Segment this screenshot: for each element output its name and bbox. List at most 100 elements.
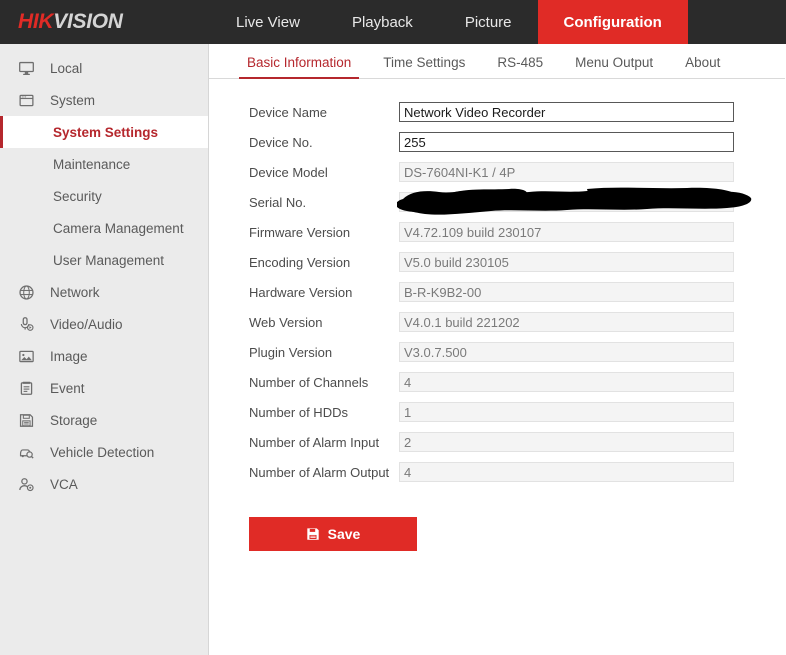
label-serial-no: Serial No.: [249, 195, 399, 210]
form-row-web-version: Web VersionV4.0.1 build 221202: [209, 307, 786, 337]
input-plugin-version: V3.0.7.500: [399, 342, 734, 362]
sidebar: Local System System Settings Maintenance Sec…: [0, 44, 209, 655]
globe-icon: [18, 283, 40, 301]
image-icon: [18, 347, 40, 365]
form-row-device-no: Device No.255: [209, 127, 786, 157]
sidebar-item-image[interactable]: Image: [0, 340, 208, 372]
sidebar-item-label: Local: [50, 61, 82, 76]
sidebar-item-label: Network: [50, 285, 100, 300]
label-device-name: Device Name: [249, 105, 399, 120]
tab-basic-information[interactable]: Basic Information: [231, 55, 367, 78]
sidebar-item-label: Video/Audio: [50, 317, 123, 332]
label-number-of-alarm-input: Number of Alarm Input: [249, 435, 399, 450]
sidebar-item-network[interactable]: Network: [0, 276, 208, 308]
label-device-model: Device Model: [249, 165, 399, 180]
clipboard-icon: [18, 379, 40, 397]
sidebar-item-label: Camera Management: [53, 221, 184, 236]
monitor-icon: [18, 59, 40, 77]
sidebar-item-local[interactable]: Local: [0, 52, 208, 84]
input-device-no[interactable]: 255: [399, 132, 734, 152]
input-number-of-channels: 4: [399, 372, 734, 392]
hikvision-logo: HIKVISION: [0, 0, 210, 44]
tab-time-settings[interactable]: Time Settings: [367, 55, 481, 78]
logo-text-vision: VISION: [53, 10, 122, 34]
sidebar-item-vehicle-detection[interactable]: Vehicle Detection: [0, 436, 208, 468]
input-number-of-alarm-input: 2: [399, 432, 734, 452]
label-web-version: Web Version: [249, 315, 399, 330]
field-wrap-device-model: DS-7604NI-K1 / 4P: [399, 162, 734, 182]
label-number-of-hdds: Number of HDDs: [249, 405, 399, 420]
label-device-no: Device No.: [249, 135, 399, 150]
topnav-item-configuration[interactable]: Configuration: [538, 0, 688, 44]
save-button[interactable]: Save: [249, 517, 417, 551]
sidebar-item-video-audio[interactable]: Video/Audio: [0, 308, 208, 340]
sidebar-item-system[interactable]: System: [0, 84, 208, 116]
form-row-device-model: Device ModelDS-7604NI-K1 / 4P: [209, 157, 786, 187]
page-shell: Local System System Settings Maintenance Sec…: [0, 44, 786, 655]
field-wrap-device-name: Network Video Recorder: [399, 102, 734, 122]
sidebar-item-label: VCA: [50, 477, 78, 492]
tab-about[interactable]: About: [669, 55, 736, 78]
sidebar-item-label: System: [50, 93, 95, 108]
window-icon: [18, 91, 40, 109]
label-hardware-version: Hardware Version: [249, 285, 399, 300]
topnav-item-live-view[interactable]: Live View: [210, 0, 326, 44]
sidebar-item-label: Event: [50, 381, 85, 396]
field-wrap-number-of-channels: 4: [399, 372, 734, 392]
field-wrap-hardware-version: B-R-K9B2-00: [399, 282, 734, 302]
sidebar-item-label: Vehicle Detection: [50, 445, 154, 460]
form-row-encoding-version: Encoding VersionV5.0 build 230105: [209, 247, 786, 277]
sidebar-item-security[interactable]: Security: [0, 180, 208, 212]
sidebar-item-system-settings[interactable]: System Settings: [0, 116, 208, 148]
field-wrap-number-of-hdds: 1: [399, 402, 734, 422]
label-encoding-version: Encoding Version: [249, 255, 399, 270]
form-row-number-of-channels: Number of Channels4: [209, 367, 786, 397]
basic-information-form: Device NameNetwork Video RecorderDevice …: [209, 79, 786, 487]
sidebar-item-label: Storage: [50, 413, 97, 428]
field-wrap-firmware-version: V4.72.109 build 230107: [399, 222, 734, 242]
input-encoding-version: V5.0 build 230105: [399, 252, 734, 272]
field-wrap-number-of-alarm-input: 2: [399, 432, 734, 452]
field-wrap-plugin-version: V3.0.7.500: [399, 342, 734, 362]
top-navigation: Live ViewPlaybackPictureConfiguration: [210, 0, 688, 44]
sidebar-item-maintenance[interactable]: Maintenance: [0, 148, 208, 180]
form-row-plugin-version: Plugin VersionV3.0.7.500: [209, 337, 786, 367]
tab-menu-output[interactable]: Menu Output: [559, 55, 669, 78]
sidebar-item-storage[interactable]: Storage: [0, 404, 208, 436]
sidebar-item-camera-management[interactable]: Camera Management: [0, 212, 208, 244]
car-search-icon: [18, 443, 40, 461]
input-number-of-hdds: 1: [399, 402, 734, 422]
input-device-name[interactable]: Network Video Recorder: [399, 102, 734, 122]
input-number-of-alarm-output: 4: [399, 462, 734, 482]
label-plugin-version: Plugin Version: [249, 345, 399, 360]
sidebar-item-label: Maintenance: [53, 157, 130, 172]
form-row-hardware-version: Hardware VersionB-R-K9B2-00: [209, 277, 786, 307]
topnav-item-picture[interactable]: Picture: [439, 0, 538, 44]
field-wrap-web-version: V4.0.1 build 221202: [399, 312, 734, 332]
sidebar-item-vca[interactable]: VCA: [0, 468, 208, 500]
sidebar-item-event[interactable]: Event: [0, 372, 208, 404]
field-wrap-serial-no: [399, 192, 734, 212]
label-number-of-channels: Number of Channels: [249, 375, 399, 390]
topnav-item-playback[interactable]: Playback: [326, 0, 439, 44]
label-number-of-alarm-output: Number of Alarm Output: [249, 465, 399, 480]
microphone-icon: [18, 315, 40, 333]
sidebar-item-label: Security: [53, 189, 102, 204]
sidebar-item-user-management[interactable]: User Management: [0, 244, 208, 276]
form-row-device-name: Device NameNetwork Video Recorder: [209, 97, 786, 127]
label-firmware-version: Firmware Version: [249, 225, 399, 240]
input-web-version: V4.0.1 build 221202: [399, 312, 734, 332]
form-row-number-of-hdds: Number of HDDs1: [209, 397, 786, 427]
floppy-disk-icon: [306, 527, 320, 541]
tab-rs-485[interactable]: RS-485: [481, 55, 559, 78]
vca-icon: [18, 475, 40, 493]
field-wrap-encoding-version: V5.0 build 230105: [399, 252, 734, 272]
logo-text-hik: HIK: [18, 10, 53, 34]
input-device-model: DS-7604NI-K1 / 4P: [399, 162, 734, 182]
field-wrap-number-of-alarm-output: 4: [399, 462, 734, 482]
form-row-number-of-alarm-input: Number of Alarm Input2: [209, 427, 786, 457]
form-row-firmware-version: Firmware VersionV4.72.109 build 230107: [209, 217, 786, 247]
floppy-disk-icon: [18, 411, 40, 429]
sidebar-item-label: Image: [50, 349, 88, 364]
input-serial-no: [399, 192, 734, 212]
